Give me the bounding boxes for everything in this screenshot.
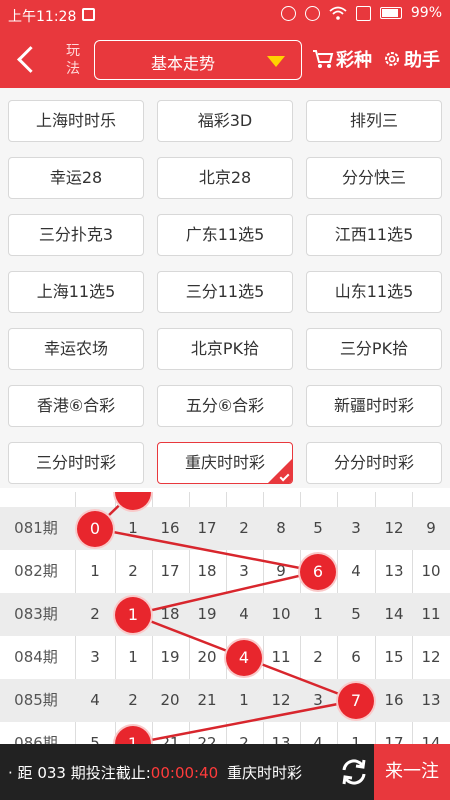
hit-ball: 1: [115, 596, 151, 633]
lottery-option-label: 幸运农场: [43, 339, 108, 358]
random-bet-button[interactable]: 来一注: [374, 744, 450, 800]
status-icons: 99%: [280, 5, 442, 21]
dot-separator: ·: [8, 764, 18, 782]
lottery-option-label: 上海11选5: [36, 282, 116, 301]
lottery-option-label: 香港⑥合彩: [36, 396, 116, 415]
mute-icon: [304, 5, 320, 21]
back-arrow-icon[interactable]: [12, 44, 44, 76]
lottery-option-label: 上海时时乐: [35, 111, 116, 130]
lottery-option-label: 北京PK拾: [190, 339, 260, 358]
lottery-option-label: 五分⑥合彩: [185, 396, 265, 415]
lottery-option-label: 三分11选5: [185, 282, 265, 301]
lottery-option[interactable]: 香港⑥合彩: [8, 385, 144, 427]
lottery-option-selected[interactable]: 重庆时时彩: [157, 442, 293, 484]
lottery-option[interactable]: 三分11选5: [157, 271, 293, 313]
lottery-option-label: 分分时时彩: [333, 453, 414, 472]
lottery-option[interactable]: 江西11选5: [306, 214, 442, 256]
countdown-info: · 距 033 期投注截止:00:00:40 重庆时时彩: [8, 762, 302, 783]
status-bar: 上午11:28 99%: [0, 0, 450, 30]
lottery-option[interactable]: 三分时时彩: [8, 442, 144, 484]
status-time: 上午11:28: [8, 9, 77, 25]
hit-ball: 0: [77, 510, 113, 547]
trend-segment: [94, 527, 319, 573]
lottery-option[interactable]: 排列三: [306, 100, 442, 142]
trend-lines: [94, 492, 357, 744]
current-lottery-name: 重庆时时彩: [226, 764, 302, 782]
play-type-value: 基本走势: [150, 54, 215, 73]
lottery-option[interactable]: 北京PK拾: [157, 328, 293, 370]
battery-icon: [379, 7, 402, 19]
lottery-option-label: 分分快三: [341, 168, 406, 187]
lottery-grid: 上海时时乐 福彩3D 排列三幸运28 北京28 分分快三三分扑克3 广东11选5 江西11选…: [0, 88, 450, 488]
lottery-option-label: 三分时时彩: [35, 453, 116, 472]
countdown-timer: 00:00:40: [150, 764, 219, 782]
lottery-type-label: 彩种: [336, 50, 372, 71]
lottery-option-label: 重庆时时彩: [184, 453, 265, 472]
lottery-option-label: 排列三: [349, 111, 398, 130]
lottery-option-label: 江西11选5: [334, 225, 414, 244]
lottery-option-label: 山东11选5: [334, 282, 414, 301]
lottery-option[interactable]: 新疆时时彩: [306, 385, 442, 427]
lottery-option[interactable]: 分分时时彩: [306, 442, 442, 484]
notification-icon: [82, 8, 95, 21]
lottery-option[interactable]: 上海11选5: [8, 271, 144, 313]
sim-icon: [355, 5, 371, 21]
helper-button[interactable]: 助手: [382, 46, 440, 72]
lottery-option-label: 三分扑克3: [38, 225, 114, 244]
gear-icon: [385, 52, 399, 66]
lottery-option[interactable]: 幸运农场: [8, 328, 144, 370]
battery-percent: 99%: [410, 5, 442, 21]
trend-segment: [132, 699, 357, 744]
lottery-option-label: 北京28: [198, 168, 252, 187]
trend-segment: [132, 570, 319, 616]
lottery-option[interactable]: 三分PK拾: [306, 328, 442, 370]
lottery-option[interactable]: 北京28: [157, 157, 293, 199]
lottery-option-label: 三分PK拾: [339, 339, 409, 358]
top-bar: 玩法 基本走势 彩种 助手: [0, 30, 450, 88]
lottery-option[interactable]: 上海时时乐: [8, 100, 144, 142]
lottery-option[interactable]: 五分⑥合彩: [157, 385, 293, 427]
selected-corner-badge: [268, 459, 292, 483]
lottery-option-label: 广东11选5: [185, 225, 265, 244]
lottery-option[interactable]: 幸运28: [8, 157, 144, 199]
lottery-option[interactable]: 广东11选5: [157, 214, 293, 256]
cart-icon: [313, 50, 334, 68]
hit-ball: 7: [338, 682, 374, 719]
lottery-option[interactable]: 分分快三: [306, 157, 442, 199]
sync-icon: [280, 5, 296, 21]
lottery-option[interactable]: 三分扑克3: [8, 214, 144, 256]
lottery-option-label: 新疆时时彩: [333, 396, 414, 415]
lottery-option-label: 福彩3D: [197, 111, 253, 130]
lottery-option-label: 幸运28: [49, 168, 103, 187]
play-method-label: 玩法: [66, 43, 80, 77]
wifi-icon: [329, 6, 347, 20]
play-type-dropdown[interactable]: 基本走势: [94, 40, 302, 80]
trend-table: 081期 1 16 17 2 8 5 3 12 9 082期 1 2 17 18 3 9 4 13 10 083期 2 18…: [0, 492, 450, 744]
hit-ball: 4: [226, 639, 262, 676]
distance-label: 距 033: [17, 764, 66, 782]
lottery-option[interactable]: 山东11选5: [306, 271, 442, 313]
lottery-type-button[interactable]: 彩种: [312, 46, 372, 72]
hit-ball: 6: [300, 553, 336, 590]
helper-label: 助手: [404, 50, 440, 71]
refresh-icon[interactable]: [338, 756, 370, 788]
dropdown-triangle-icon: [267, 56, 285, 67]
lottery-option[interactable]: 福彩3D: [157, 100, 293, 142]
bottom-bar: · 距 033 期投注截止:00:00:40 重庆时时彩 来一注: [0, 744, 450, 800]
deadline-label: 期投注截止:: [70, 764, 151, 782]
